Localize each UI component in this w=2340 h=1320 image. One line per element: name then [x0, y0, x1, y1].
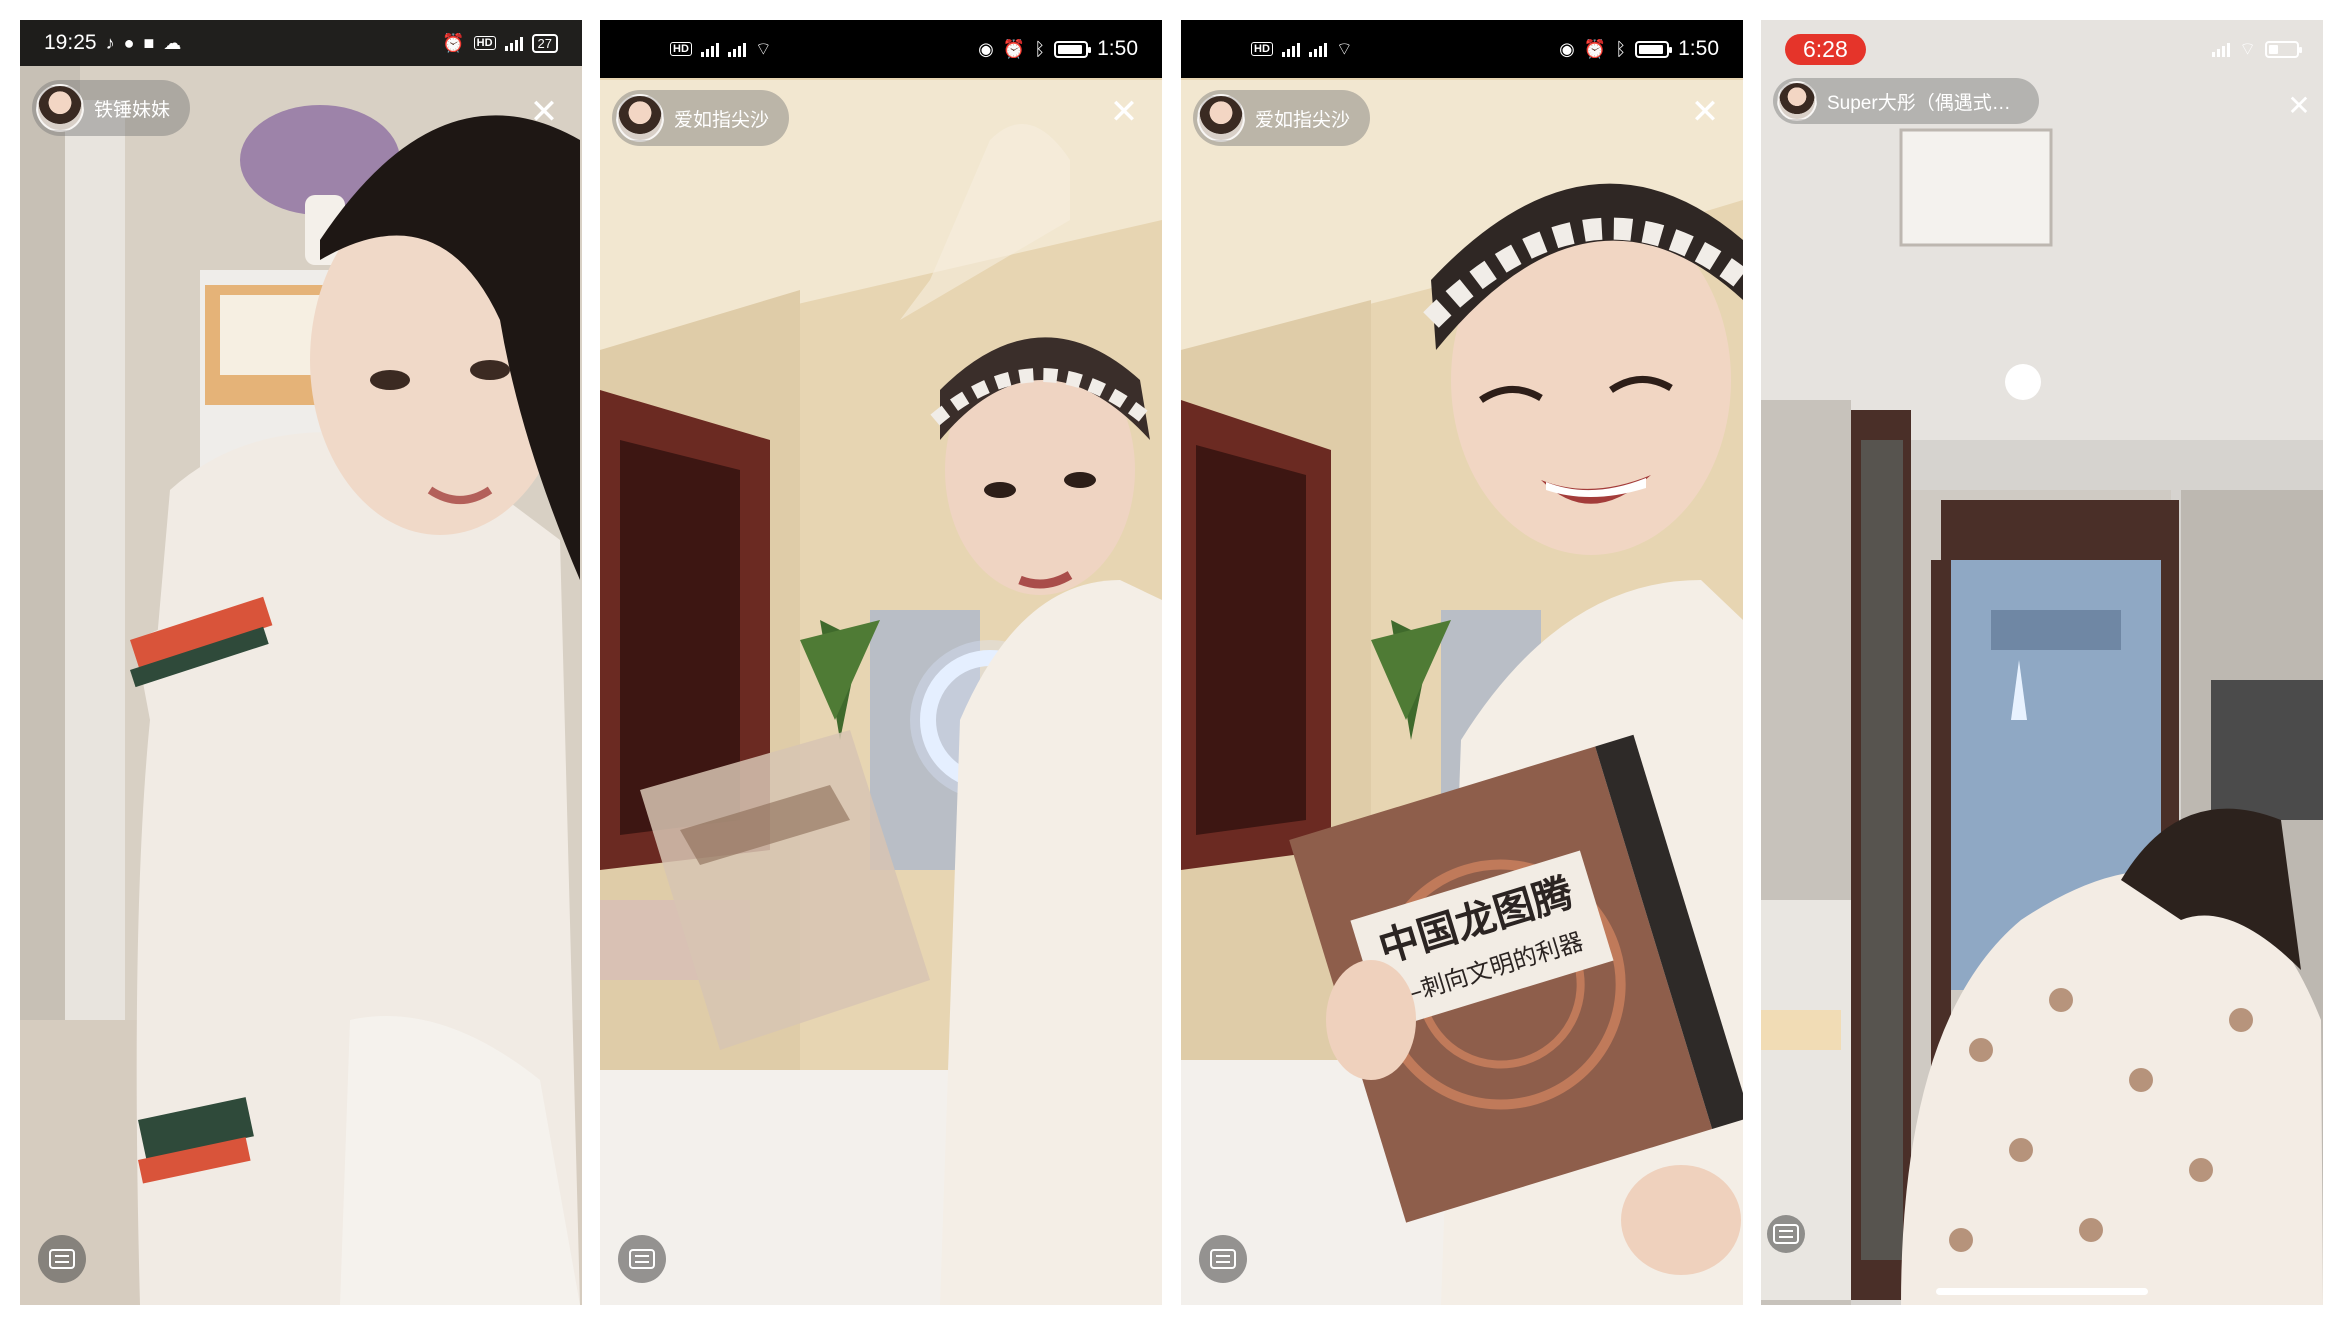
- close-icon[interactable]: ✕: [1104, 92, 1144, 132]
- wifi-icon: ⌔: [2239, 39, 2256, 59]
- live-stream-panel-3: 中国龙图腾 —刺向文明的利器 HD ⌔ ◉ ⏰ ᛒ 1:50 爱如指尖沙 ✕: [1181, 20, 1743, 1305]
- alarm-icon: ⏰: [442, 33, 465, 53]
- avatar[interactable]: [616, 94, 664, 142]
- status-bar: HD ⌔ ◉ ⏰ ᛒ 1:50: [1181, 20, 1743, 78]
- signal-icon: [1281, 41, 1300, 57]
- eye-icon: ◉: [1559, 39, 1575, 59]
- live-stream-panel-2: HD ⌔ ◉ ⏰ ᛒ 1:50 爱如指尖沙 ✕: [600, 20, 1162, 1305]
- status-time: 1:50: [1097, 37, 1138, 60]
- stream-video-frame: [1761, 20, 2323, 1305]
- message-icon: ■: [143, 33, 155, 53]
- streamer-name: 铁锤妹妹: [94, 99, 171, 121]
- wifi-icon: ⌔: [754, 39, 772, 59]
- live-stream-panel-1: 19:25 ♪ ● ■ ☁ ⏰ HD 27 铁锤妹妹 ✕: [20, 20, 582, 1305]
- streamer-name: 爱如指尖沙: [674, 109, 770, 131]
- status-time: 6:28: [1785, 33, 1866, 65]
- status-bar: 6:28 ⌔: [1761, 20, 2323, 78]
- signal-icon: [700, 41, 719, 57]
- close-icon[interactable]: ✕: [2279, 86, 2319, 126]
- hd-icon: HD: [473, 36, 496, 50]
- streamer-info-chip[interactable]: 爱如指尖沙: [1193, 90, 1371, 146]
- cloud-icon: ☁: [163, 33, 182, 53]
- streamer-info-chip[interactable]: 爱如指尖沙: [612, 90, 790, 146]
- battery-icon: [1054, 40, 1092, 58]
- alarm-icon: ⏰: [1583, 39, 1607, 59]
- close-icon[interactable]: ✕: [1685, 92, 1725, 132]
- battery-level: 27: [531, 33, 558, 53]
- status-bar: HD ⌔ ◉ ⏰ ᛒ 1:50: [600, 20, 1162, 78]
- signal-icon: [727, 41, 746, 57]
- chat-icon: [629, 1249, 655, 1269]
- bluetooth-icon: ᛒ: [1615, 39, 1627, 59]
- status-time: 19:25: [44, 31, 97, 54]
- wechat-icon: ●: [123, 33, 135, 53]
- stream-video-frame: 中国龙图腾 —刺向文明的利器: [1181, 20, 1743, 1305]
- hd-icon: HD: [670, 42, 692, 56]
- streamer-name: Super大彤（偶遇式…: [1827, 92, 2011, 114]
- avatar[interactable]: [1197, 94, 1245, 142]
- chat-button[interactable]: [1767, 1215, 1805, 1253]
- battery-icon: [2265, 40, 2302, 58]
- alarm-icon: ⏰: [1002, 39, 1026, 59]
- signal-icon: [2212, 41, 2231, 57]
- tiktok-icon: ♪: [105, 33, 115, 53]
- battery-icon: [1635, 40, 1673, 58]
- chat-icon: [49, 1249, 75, 1269]
- close-icon[interactable]: ✕: [524, 92, 564, 132]
- eye-icon: ◉: [978, 39, 994, 59]
- status-time: 1:50: [1678, 37, 1719, 60]
- chat-button[interactable]: [38, 1235, 86, 1283]
- home-indicator[interactable]: [1936, 1288, 2148, 1295]
- chat-button[interactable]: [1199, 1235, 1247, 1283]
- hd-icon: HD: [1251, 42, 1273, 56]
- stream-video-frame: [600, 20, 1162, 1305]
- streamer-info-chip[interactable]: 铁锤妹妹: [32, 80, 191, 136]
- stream-video-frame: [20, 20, 582, 1305]
- avatar[interactable]: [36, 84, 84, 132]
- chat-icon: [1773, 1224, 1799, 1244]
- chat-icon: [1210, 1249, 1236, 1269]
- streamer-name: 爱如指尖沙: [1255, 109, 1351, 131]
- signal-icon: [1308, 41, 1327, 57]
- avatar[interactable]: [1777, 81, 1817, 121]
- signal-icon: [504, 35, 523, 51]
- streamer-info-chip[interactable]: Super大彤（偶遇式…: [1773, 78, 2039, 124]
- status-bar: 19:25 ♪ ● ■ ☁ ⏰ HD 27: [20, 20, 582, 66]
- wifi-icon: ⌔: [1335, 39, 1353, 59]
- bluetooth-icon: ᛒ: [1034, 39, 1046, 59]
- chat-button[interactable]: [618, 1235, 666, 1283]
- live-stream-panel-4: 6:28 ⌔ Super大彤（偶遇式… ✕: [1761, 20, 2323, 1305]
